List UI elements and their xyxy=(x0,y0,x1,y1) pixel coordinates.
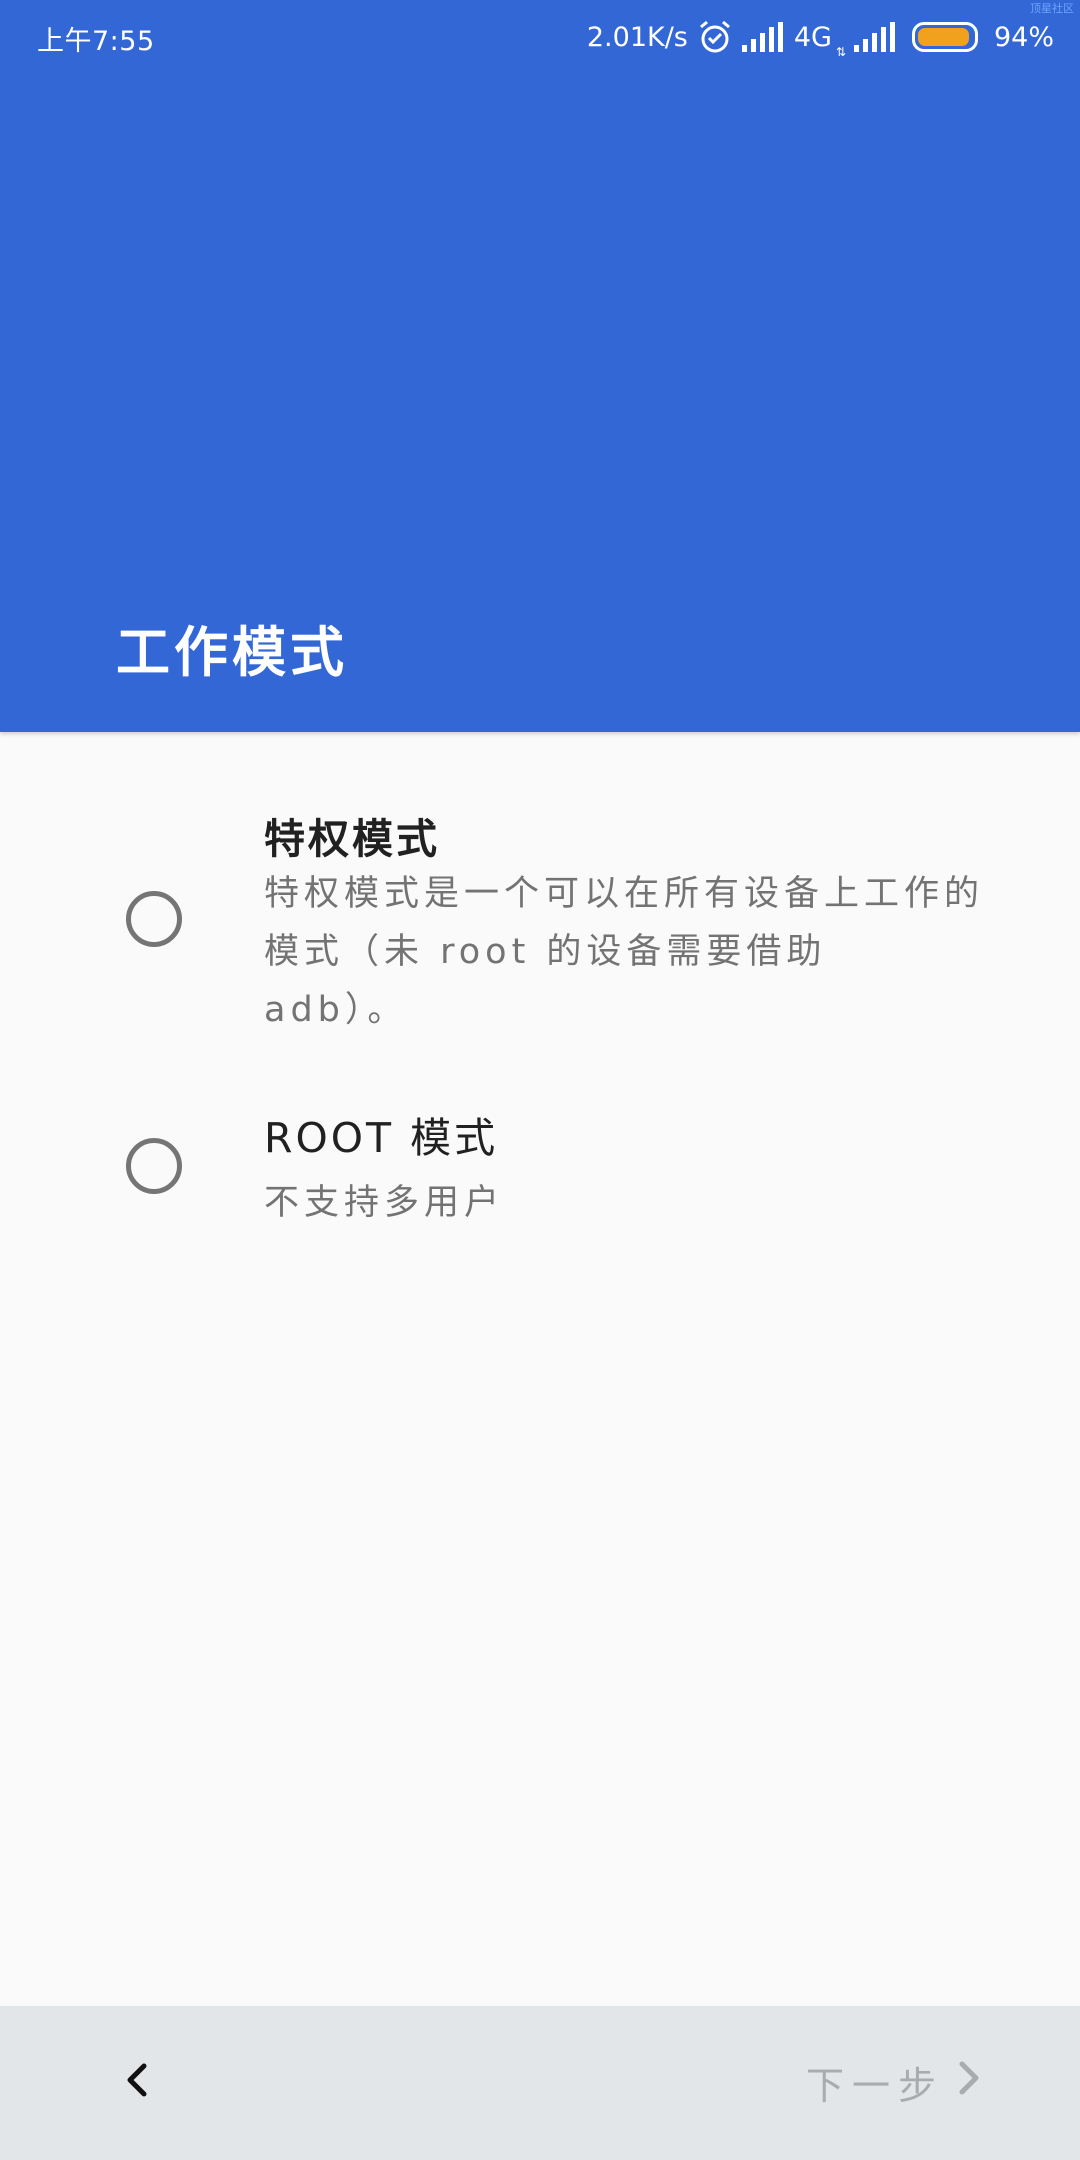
watermark: 顶星社区 xyxy=(1030,2,1074,15)
page-title: 工作模式 xyxy=(116,621,348,684)
battery-icon xyxy=(911,22,978,52)
option-title: 特权模式 xyxy=(264,815,440,863)
option-description: 不支持多用户 xyxy=(264,1183,505,1223)
radio-button-root-mode[interactable] xyxy=(126,1138,182,1194)
network-type-label: 4G xyxy=(793,21,832,53)
battery-level-fill xyxy=(917,28,969,46)
signal-strength-icon-2 xyxy=(853,22,896,52)
screen: 上午7:55 顶星社区 2.01K/s 4G ⇅ 94% 工作模式 特权模式 特… xyxy=(0,0,1080,2160)
app-header: 上午7:55 顶星社区 2.01K/s 4G ⇅ 94% 工作模式 xyxy=(0,0,1080,732)
chevron-right-icon xyxy=(944,2058,984,2107)
status-bar: 上午7:55 顶星社区 2.01K/s 4G ⇅ 94% xyxy=(0,0,1080,76)
data-activity-icon: ⇅ xyxy=(835,44,846,59)
network-speed: 2.01K/s xyxy=(586,21,688,53)
signal-strength-icon xyxy=(741,22,784,52)
status-time: 上午7:55 xyxy=(37,26,155,57)
next-step-label: 下一步 xyxy=(805,2063,944,2108)
alarm-icon xyxy=(698,19,732,55)
option-root-mode[interactable]: ROOT 模式 不支持多用户 xyxy=(0,1100,1080,1240)
option-privileged-mode[interactable]: 特权模式 特权模式是一个可以在所有设备上工作的模式（未 root 的设备需要借助… xyxy=(0,790,1080,1050)
radio-button-privileged-mode[interactable] xyxy=(126,891,182,947)
back-button[interactable] xyxy=(96,2042,176,2122)
bottom-navigation-bar: 下一步 xyxy=(0,2006,1080,2160)
status-indicators: 2.01K/s 4G ⇅ 94% xyxy=(586,16,1054,59)
chevron-left-icon xyxy=(122,2060,150,2104)
option-description: 特权模式是一个可以在所有设备上工作的模式（未 root 的设备需要借助 adb）… xyxy=(264,874,985,1030)
network-type: 4G ⇅ xyxy=(793,21,846,59)
battery-percent: 94% xyxy=(993,21,1054,53)
next-step-button[interactable]: 下一步 xyxy=(806,2042,984,2122)
option-title: ROOT 模式 xyxy=(264,1114,499,1162)
